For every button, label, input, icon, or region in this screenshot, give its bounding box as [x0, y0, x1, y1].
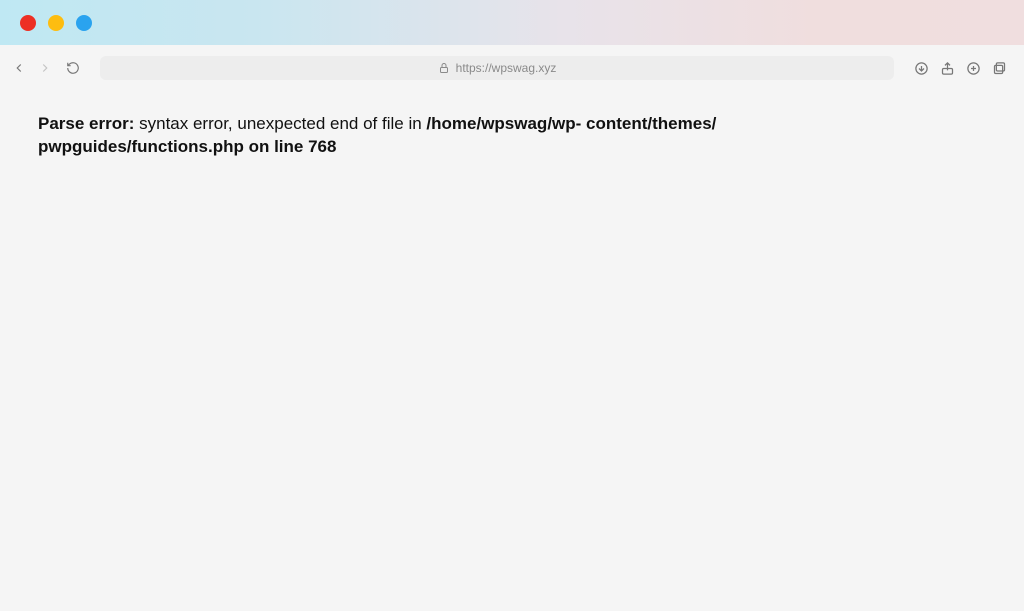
browser-toolbar: https://wpswag.xyz	[10, 53, 1014, 83]
reload-button[interactable]	[64, 59, 82, 77]
parse-error-message: Parse error: syntax error, unexpected en…	[38, 113, 986, 159]
error-path-line2: pwpguides/functions.php on line 768	[38, 137, 336, 156]
minimize-window-button[interactable]	[48, 15, 64, 31]
share-button[interactable]	[938, 59, 956, 77]
error-label: Parse error:	[38, 114, 134, 133]
add-button[interactable]	[964, 59, 982, 77]
toolbar-right-icons	[912, 59, 1008, 77]
lock-icon	[438, 62, 450, 74]
url-text: https://wpswag.xyz	[456, 61, 557, 75]
back-button[interactable]	[10, 59, 28, 77]
error-message: syntax error, unexpected end of file in	[134, 114, 426, 133]
window-titlebar	[0, 0, 1024, 45]
forward-button[interactable]	[36, 59, 54, 77]
download-button[interactable]	[912, 59, 930, 77]
error-path-line1: /home/wpswag/wp- content/themes/	[426, 114, 716, 133]
close-window-button[interactable]	[20, 15, 36, 31]
tabs-button[interactable]	[990, 59, 1008, 77]
page-content: Parse error: syntax error, unexpected en…	[0, 83, 1024, 189]
address-bar[interactable]: https://wpswag.xyz	[100, 56, 894, 80]
maximize-window-button[interactable]	[76, 15, 92, 31]
